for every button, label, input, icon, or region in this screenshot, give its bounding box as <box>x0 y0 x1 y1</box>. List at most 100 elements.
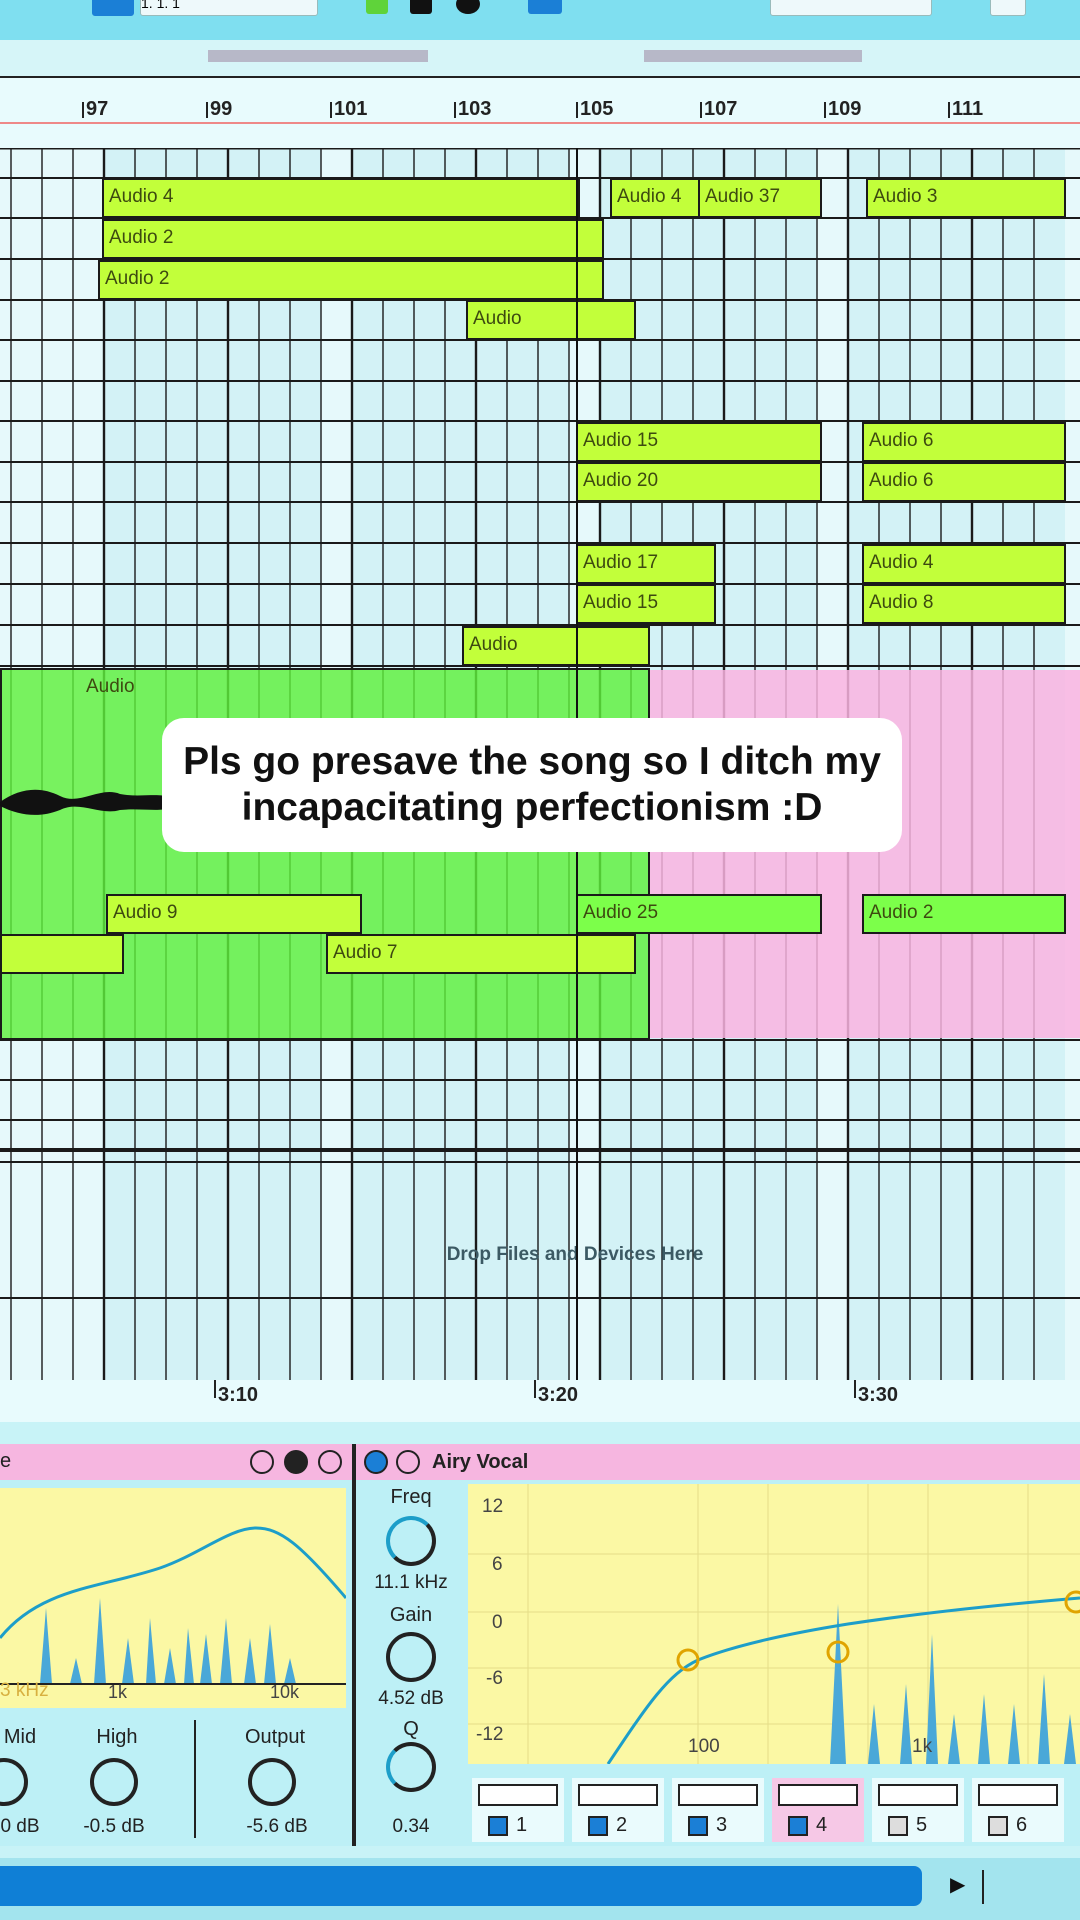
time-marker: 3:30 <box>853 1380 899 1406</box>
clip[interactable]: Audio 9 <box>106 894 362 934</box>
clip[interactable]: Audio 6 <box>862 462 1066 502</box>
eq-band-2[interactable]: 2 <box>572 1778 664 1842</box>
clip[interactable]: Audio 17 <box>576 544 716 584</box>
time-ruler[interactable]: 3:10 3:20 3:30 <box>0 1380 1080 1422</box>
clip[interactable]: Audio 37 <box>698 178 822 218</box>
eq-device: Airy Vocal Freq 11.1 kHz Gain 4.52 dB Q … <box>356 1444 1080 1846</box>
knob-value: 4.52 dB <box>378 1688 444 1709</box>
band-toggle[interactable] <box>988 1816 1008 1836</box>
filter-type-dropdown[interactable] <box>878 1784 958 1806</box>
freq-label: 1k <box>912 1736 933 1757</box>
mid-knob[interactable] <box>0 1758 28 1806</box>
band-toggle[interactable] <box>888 1816 908 1836</box>
eq-band-5[interactable]: 5 <box>872 1778 964 1842</box>
metronome-icon[interactable] <box>528 0 562 14</box>
overview-region <box>208 50 428 62</box>
knob-divider <box>194 1720 196 1838</box>
hot-swap-icon[interactable] <box>250 1450 274 1474</box>
gain-knob[interactable] <box>386 1632 436 1682</box>
device-header[interactable]: Airy Vocal <box>356 1444 1080 1480</box>
clip[interactable]: Audio 15 <box>576 584 716 624</box>
play-triangle-icon[interactable]: ▶ <box>950 1872 990 1902</box>
knob-value: 0 dB <box>0 1816 40 1837</box>
band-toggle[interactable] <box>688 1816 708 1836</box>
drop-zone-label[interactable]: Drop Files and Devices Here <box>0 1244 1080 1266</box>
eq-band-6[interactable]: 6 <box>972 1778 1064 1842</box>
filter-type-dropdown[interactable] <box>678 1784 758 1806</box>
clip[interactable]: Audio <box>462 626 650 666</box>
filter-type-dropdown[interactable] <box>778 1784 858 1806</box>
beat-time-ruler[interactable]: 97 99 101 103 105 107 109 111 <box>0 78 1080 148</box>
status-progress-bar <box>0 1866 922 1906</box>
eq-band-4[interactable]: 4 <box>772 1778 864 1842</box>
bar-number: 109 <box>823 98 862 120</box>
clip[interactable]: Audio 20 <box>576 462 822 502</box>
q-knob[interactable] <box>386 1742 436 1792</box>
band-toggle[interactable] <box>488 1816 508 1836</box>
clip[interactable]: Audio 2 <box>862 894 1066 934</box>
overview-region <box>644 50 862 62</box>
eq-band-selectors: 1 2 3 4 5 6 <box>468 1770 1080 1846</box>
clip[interactable]: Audio 4 <box>610 178 700 218</box>
knob-label: Freq <box>390 1486 432 1508</box>
clip-name: Audio 17 <box>583 552 659 573</box>
status-divider <box>982 1870 984 1904</box>
arrangement-record-icon[interactable] <box>366 0 388 14</box>
loop-position-field[interactable] <box>770 0 932 16</box>
knob-label: High <box>96 1726 138 1748</box>
preset-arrow-icon[interactable] <box>396 1450 420 1474</box>
clip[interactable]: Audio 6 <box>862 422 1066 462</box>
loop-toggle-icon[interactable] <box>990 0 1026 16</box>
clip-name: Audio 15 <box>583 430 659 451</box>
play-button[interactable] <box>92 0 134 16</box>
more-options-icon[interactable] <box>318 1450 342 1474</box>
eq-band-3[interactable]: 3 <box>672 1778 764 1842</box>
clip-name: Audio 2 <box>109 227 174 248</box>
clip[interactable]: Audio 4 <box>102 178 580 218</box>
clip[interactable]: Audio 3 <box>866 178 1066 218</box>
device-header[interactable]: e <box>0 1444 352 1480</box>
high-knob[interactable] <box>90 1758 138 1806</box>
song-position-field[interactable]: 1. 1. 1 <box>140 0 318 16</box>
clip[interactable]: Audio 4 <box>862 544 1066 584</box>
time-marker: 3:10 <box>213 1380 259 1406</box>
device-activator-icon[interactable] <box>364 1450 388 1474</box>
output-knob[interactable] <box>248 1758 296 1806</box>
arrangement-overview[interactable] <box>0 40 1080 79</box>
eq-band-handle[interactable] <box>1064 1590 1080 1614</box>
freq-label: 1k <box>108 1682 128 1702</box>
eq-band-1[interactable]: 1 <box>472 1778 564 1842</box>
loop-brace[interactable] <box>0 122 1080 124</box>
freq-label: 100 <box>688 1736 720 1757</box>
knob-label: Mid <box>3 1726 37 1748</box>
clip[interactable]: Audio <box>466 300 636 340</box>
device-view: e 1k 10k 3 kHz Mid High Output 0 dB -0.5… <box>0 1444 1080 1846</box>
clip[interactable]: Audio 7 <box>326 934 636 974</box>
eq-display[interactable]: 12 6 0 -6 -12 100 1k <box>468 1484 1080 1765</box>
clip[interactable]: Audio 2 <box>102 219 604 259</box>
filter-type-dropdown[interactable] <box>478 1784 558 1806</box>
clip-name: Audio <box>473 308 522 329</box>
knob-value: -5.6 dB <box>246 1816 308 1837</box>
clip[interactable]: Audio 8 <box>862 584 1066 624</box>
clip-name: Audio 15 <box>583 592 659 613</box>
record-icon[interactable] <box>456 0 480 14</box>
clip[interactable] <box>0 934 124 974</box>
db-scale-label: 12 <box>482 1496 504 1517</box>
save-preset-icon[interactable] <box>284 1450 308 1474</box>
clip[interactable]: Audio 2 <box>98 260 604 300</box>
filter-type-dropdown[interactable] <box>978 1784 1058 1806</box>
clip-name: Audio 8 <box>869 592 934 613</box>
freq-knob[interactable] <box>386 1516 436 1566</box>
clip-name: Audio 2 <box>105 268 170 289</box>
filter-type-dropdown[interactable] <box>578 1784 658 1806</box>
clip[interactable]: Audio 15 <box>576 422 822 462</box>
stop-icon[interactable] <box>410 0 432 14</box>
spectrum-display[interactable]: 1k 10k <box>0 1488 348 1708</box>
band-number: 6 <box>1016 1814 1028 1836</box>
clip[interactable]: Audio 25 <box>576 894 822 934</box>
knob-label: Q <box>403 1718 419 1740</box>
band-toggle[interactable] <box>588 1816 608 1836</box>
band-toggle[interactable] <box>788 1816 808 1836</box>
db-scale-label: -6 <box>486 1668 503 1689</box>
